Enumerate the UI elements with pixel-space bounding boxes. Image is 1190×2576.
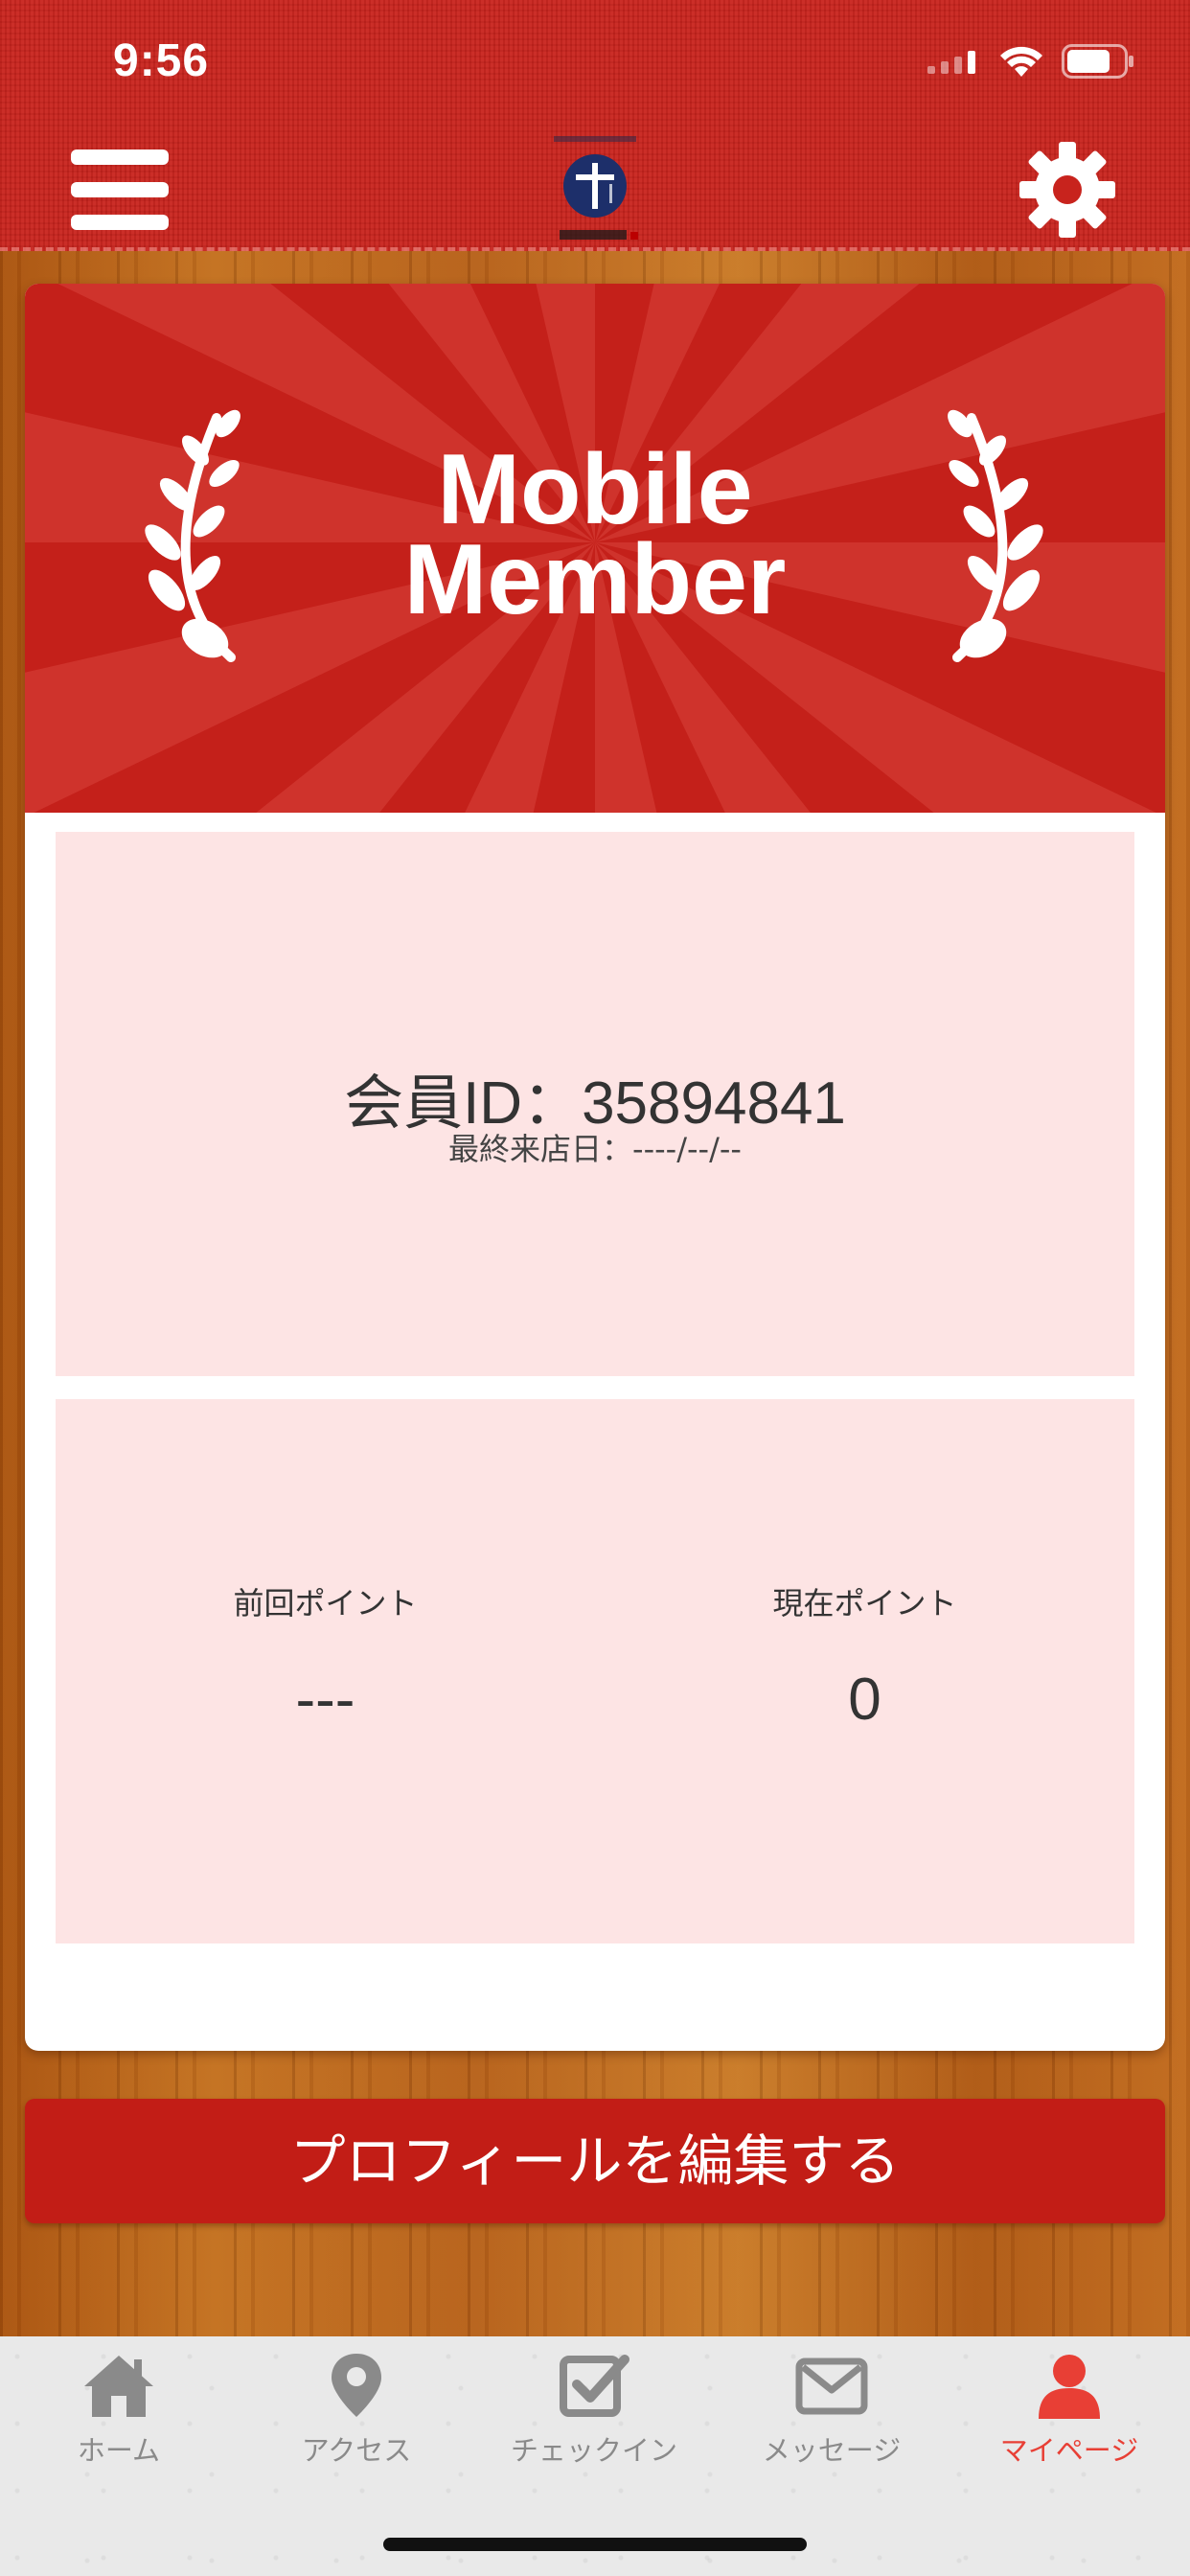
checkbox-icon (560, 2355, 629, 2417)
wifi-icon (1000, 46, 1042, 77)
current-points-label: 現在ポイント (772, 1585, 957, 1622)
tab-home[interactable]: ホーム (0, 2352, 238, 2505)
tab-checkin-label: チェックイン (510, 2434, 677, 2467)
tab-access-label: アクセス (301, 2434, 412, 2467)
member-id-panel: 会員ID：35894841 最終来店日：----/--/-- (56, 832, 1134, 1376)
tab-message[interactable]: メッセージ (713, 2352, 950, 2505)
member-card: Mobile Member 会員ID：35894841 最終来店日：----/-… (25, 284, 1165, 2051)
current-points-value: 0 (848, 1667, 881, 1733)
cellular-signal-icon (927, 51, 975, 74)
edit-profile-button[interactable]: プロフィールを編集する (25, 2099, 1165, 2223)
battery-icon (1062, 44, 1133, 79)
gear-icon[interactable] (1018, 140, 1117, 240)
previous-points: 前回ポイント --- (56, 1579, 595, 1734)
tab-home-label: ホーム (77, 2434, 161, 2467)
laurel-right-icon (948, 409, 1043, 662)
tab-message-label: メッセージ (762, 2434, 902, 2467)
tab-access[interactable]: アクセス (238, 2352, 475, 2505)
mobile-member-banner: Mobile Member (25, 284, 1165, 813)
previous-points-value: --- (295, 1667, 355, 1733)
tab-mypage-label: マイページ (999, 2434, 1139, 2467)
previous-points-label: 前回ポイント (233, 1585, 418, 1622)
app-header: 9:56 (0, 0, 1190, 251)
home-indicator (383, 2538, 807, 2551)
home-icon (84, 2356, 153, 2417)
tab-mypage[interactable]: マイページ (950, 2352, 1188, 2505)
status-time: 9:56 (113, 35, 210, 86)
envelope-icon (795, 2358, 868, 2415)
restaurant-logo (546, 132, 644, 247)
map-pin-icon (332, 2354, 381, 2417)
person-icon (1039, 2355, 1100, 2419)
last-visit-date: 最終来店日：----/--/-- (448, 1131, 742, 1167)
status-icons (927, 42, 1134, 80)
hamburger-menu-icon[interactable] (71, 150, 169, 230)
points-panel: 前回ポイント --- 現在ポイント 0 (56, 1399, 1134, 1944)
current-points: 現在ポイント 0 (595, 1579, 1134, 1734)
tab-checkin[interactable]: チェックイン (475, 2352, 713, 2505)
